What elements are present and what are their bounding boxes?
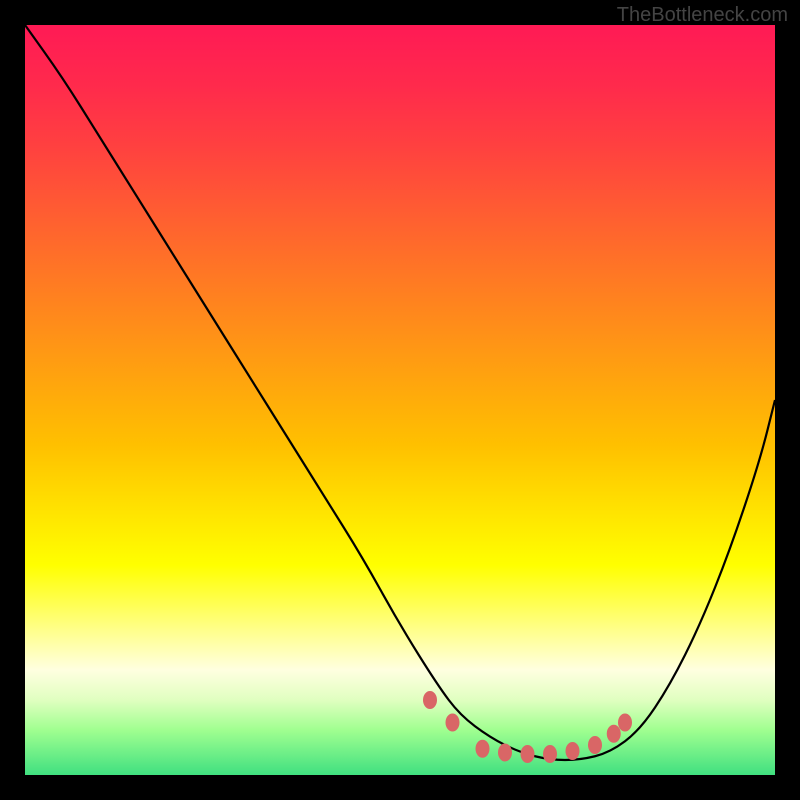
marker-point	[618, 714, 632, 732]
watermark-text: TheBottleneck.com	[617, 4, 788, 27]
marker-point	[446, 714, 460, 732]
marker-point	[423, 691, 437, 709]
marker-point	[588, 736, 602, 754]
marker-point	[476, 740, 490, 758]
marker-point	[498, 744, 512, 762]
bottleneck-curve	[25, 25, 775, 760]
marker-point	[543, 745, 557, 763]
marker-point	[566, 742, 580, 760]
plot-area	[25, 25, 775, 775]
marker-point	[607, 725, 621, 743]
chart-svg	[25, 25, 775, 775]
marker-point	[521, 745, 535, 763]
marker-group	[423, 691, 632, 763]
